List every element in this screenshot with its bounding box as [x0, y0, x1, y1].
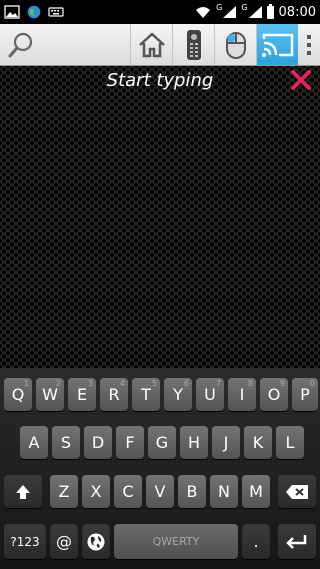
language-key[interactable]: [82, 524, 110, 559]
top-toolbar: [0, 24, 320, 66]
enter-icon: [286, 534, 307, 549]
key-m[interactable]: M: [242, 475, 270, 508]
key-k[interactable]: K: [244, 426, 272, 459]
key-q[interactable]: Q1: [4, 378, 32, 411]
network-type-label: G: [216, 2, 223, 12]
key-j[interactable]: J: [212, 426, 240, 459]
search-button[interactable]: [0, 24, 42, 65]
shift-key[interactable]: [4, 475, 42, 508]
key-u[interactable]: U7: [196, 378, 224, 411]
key-y[interactable]: Y6: [164, 378, 192, 411]
shift-icon: [16, 484, 30, 499]
gallery-notification-icon: [4, 5, 20, 19]
key-r[interactable]: R4: [100, 378, 128, 411]
wifi-icon: [196, 7, 211, 18]
backspace-icon: [286, 484, 308, 499]
key-b[interactable]: B: [178, 475, 206, 508]
key-o[interactable]: O9: [260, 378, 288, 411]
signal-icon: [223, 6, 237, 18]
status-bar: G G 08:00: [0, 0, 320, 24]
key-x[interactable]: X: [82, 475, 110, 508]
backspace-key[interactable]: [278, 475, 316, 508]
cast-icon: [261, 33, 293, 57]
home-button[interactable]: [130, 24, 172, 65]
soft-keyboard: Q1 W2 E3 R4 T5 Y6 U7 I8 O9 P0 A S D F G …: [0, 368, 320, 569]
cast-button[interactable]: [256, 24, 298, 65]
space-key[interactable]: QWERTY: [114, 524, 238, 559]
key-p[interactable]: P0: [292, 378, 318, 411]
key-a[interactable]: A: [20, 426, 48, 459]
key-f[interactable]: F: [116, 426, 144, 459]
key-v[interactable]: V: [146, 475, 174, 508]
network-type-label-2: G: [241, 2, 248, 12]
key-t[interactable]: T5: [132, 378, 160, 411]
search-icon: [8, 32, 33, 57]
mouse-icon: [225, 31, 246, 59]
key-d[interactable]: D: [84, 426, 112, 459]
clock: 08:00: [278, 4, 316, 20]
period-key[interactable]: .: [242, 524, 270, 559]
mouse-button[interactable]: [214, 24, 256, 65]
globe-icon: [87, 533, 105, 550]
key-s[interactable]: S: [52, 426, 80, 459]
key-n[interactable]: N: [210, 475, 238, 508]
key-g[interactable]: G: [148, 426, 176, 459]
enter-key[interactable]: [278, 524, 316, 559]
signal-icon-2: [248, 6, 262, 18]
at-key[interactable]: @: [50, 524, 78, 559]
key-i[interactable]: I8: [228, 378, 256, 411]
app-screen: G G 08:00 Start typing Q 1 W 2 E 3 R 4 T…: [0, 0, 320, 569]
key-c[interactable]: C: [114, 475, 142, 508]
page-title: Start typing: [106, 70, 214, 91]
typing-area[interactable]: Start typing: [0, 66, 320, 368]
remote-button[interactable]: [172, 24, 214, 65]
symbols-key[interactable]: ?123: [4, 524, 46, 559]
key-w[interactable]: W2: [36, 378, 64, 411]
key-l[interactable]: L: [276, 426, 304, 459]
battery-icon: [266, 3, 274, 19]
remote-icon: [186, 29, 201, 60]
key-e[interactable]: E3: [68, 378, 96, 411]
key-h[interactable]: H: [180, 426, 208, 459]
key-z[interactable]: Z: [50, 475, 78, 508]
home-icon: [138, 32, 165, 57]
overflow-menu-icon: [307, 34, 311, 39]
keyboard-notification-icon: [48, 7, 64, 17]
browser-notification-icon: [27, 5, 41, 19]
close-button[interactable]: [290, 69, 312, 91]
overflow-menu-button[interactable]: [298, 24, 320, 65]
